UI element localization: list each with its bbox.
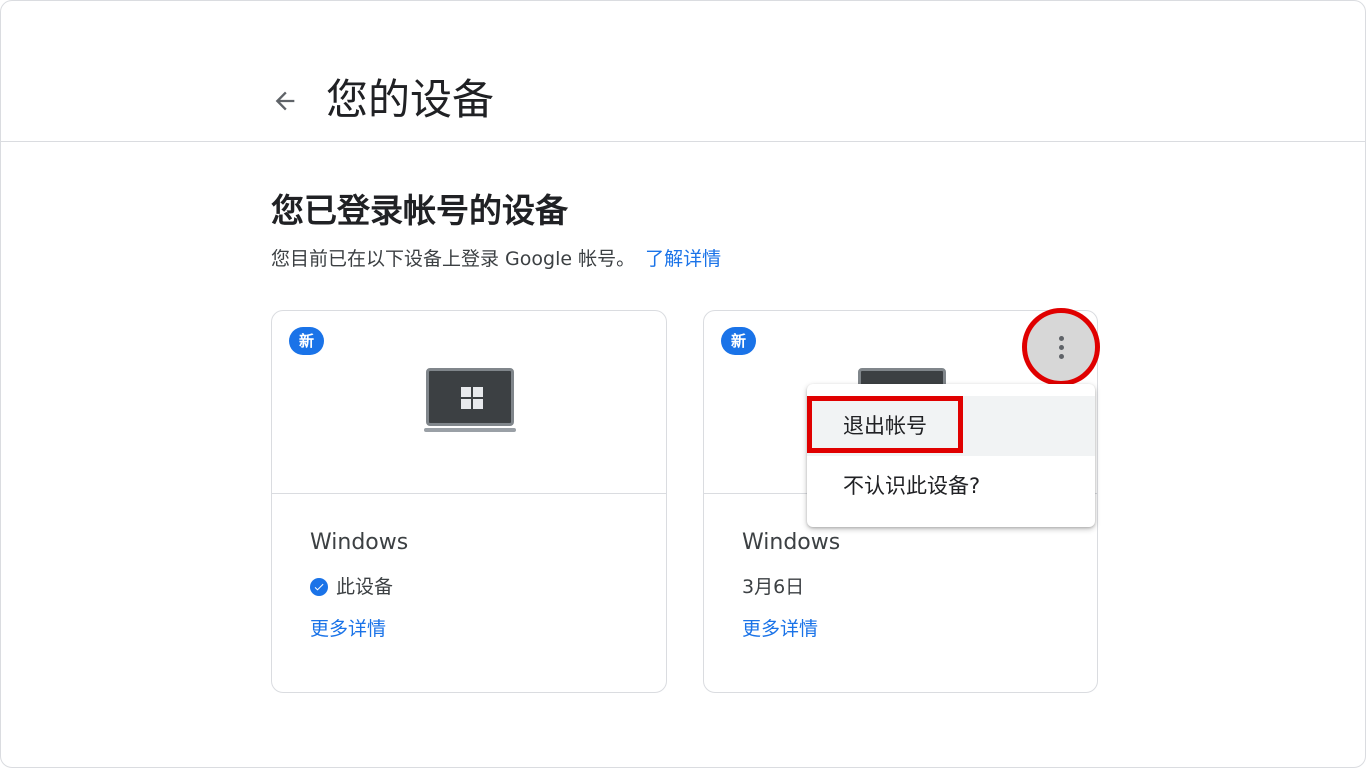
windows-logo-icon xyxy=(461,387,483,409)
learn-more-link[interactable]: 了解详情 xyxy=(645,248,721,270)
back-button[interactable] xyxy=(263,79,307,123)
device-card-header: 新 xyxy=(272,311,666,494)
more-details-link[interactable]: 更多详情 xyxy=(742,616,818,642)
page-title: 您的设备 xyxy=(326,75,495,124)
unrecognized-device-label: 不认识此设备? xyxy=(843,474,981,498)
section-description: 您目前已在以下设备上登录 Google 帐号。 了解详情 xyxy=(271,245,721,273)
sign-out-label: 退出帐号 xyxy=(843,414,927,438)
page-header: 您的设备 xyxy=(1,1,1365,142)
section-title: 您已登录帐号的设备 xyxy=(271,191,568,230)
unrecognized-device-menu-item[interactable]: 不认识此设备? xyxy=(807,456,1095,516)
laptop-icon xyxy=(424,368,516,432)
device-last-active: 3月6日 xyxy=(742,576,805,598)
device-name: Windows xyxy=(310,530,409,555)
more-vert-icon xyxy=(1058,335,1064,359)
device-options-menu: 退出帐号 不认识此设备? xyxy=(807,384,1095,527)
more-details-link[interactable]: 更多详情 xyxy=(310,616,386,642)
check-circle-icon xyxy=(310,578,328,596)
new-badge: 新 xyxy=(289,327,325,355)
arrow-left-icon xyxy=(275,91,295,111)
device-status: 此设备 xyxy=(310,574,393,600)
section-description-text: 您目前已在以下设备上登录 Google 帐号。 xyxy=(271,248,636,270)
page-frame: 您的设备 您已登录帐号的设备 您目前已在以下设备上登录 Google 帐号。 了… xyxy=(0,0,1366,768)
device-name: Windows xyxy=(742,530,841,555)
device-card[interactable]: 新 Windows 此设备 更多详情 xyxy=(271,310,667,693)
new-badge: 新 xyxy=(721,327,757,355)
device-status-label: 此设备 xyxy=(336,576,394,598)
more-options-button[interactable] xyxy=(1022,308,1100,386)
device-date: 3月6日 xyxy=(742,574,804,600)
sign-out-menu-item[interactable]: 退出帐号 xyxy=(807,396,1095,456)
